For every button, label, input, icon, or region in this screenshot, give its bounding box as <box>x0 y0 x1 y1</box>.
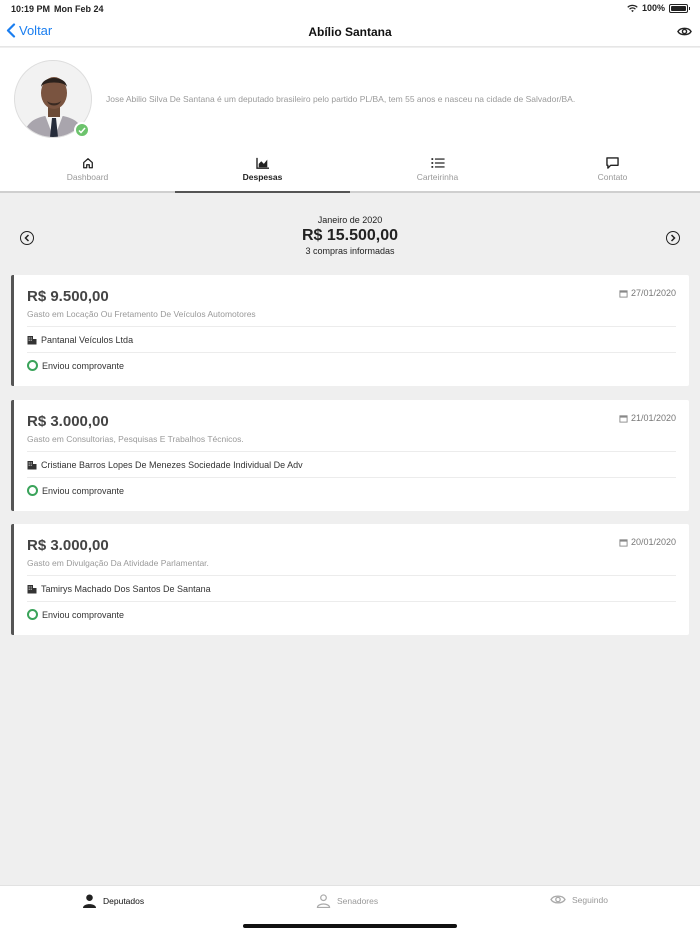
bottom-tab-label: Seguindo <box>572 894 608 905</box>
status-text: Enviou comprovante <box>42 609 125 620</box>
expense-date-text: 27/01/2020 <box>630 288 676 298</box>
battery-percent: 100% <box>641 3 665 13</box>
expense-description: Gasto em Divulgação Da Atividade Parlame… <box>27 558 209 568</box>
next-month-button[interactable] <box>666 231 680 245</box>
person-outline-icon <box>316 894 331 908</box>
expense-date-text: 21/01/2020 <box>630 413 676 423</box>
building-icon <box>27 584 37 594</box>
expense-amount: R$ 3.000,00 <box>27 413 109 430</box>
previous-month-button[interactable] <box>20 231 34 245</box>
supplier-name: Tamirys Machado Dos Santos De Santana <box>41 583 211 594</box>
bottom-tab-label: Deputados <box>103 896 145 906</box>
expense-date: 21/01/2020 <box>619 413 676 423</box>
expense-status: Enviou comprovante <box>27 601 676 627</box>
bottom-tab-deputados[interactable]: Deputados <box>82 894 144 908</box>
tab-dashboard[interactable]: Dashboard <box>0 153 175 191</box>
expense-status: Enviou comprovante <box>27 477 676 503</box>
expense-date: 27/01/2020 <box>619 288 676 298</box>
expense-card[interactable]: R$ 3.000,00 20/01/2020 Gasto em Divulgaç… <box>11 524 689 635</box>
person-icon <box>82 894 97 908</box>
building-icon <box>27 460 37 470</box>
back-button[interactable]: Voltar <box>6 23 52 38</box>
expense-card[interactable]: R$ 3.000,00 21/01/2020 Gasto em Consulto… <box>11 400 689 511</box>
expense-card[interactable]: R$ 9.500,00 27/01/2020 Gasto em Locação … <box>11 275 689 386</box>
calendar-icon <box>619 538 628 547</box>
status-text: Enviou comprovante <box>42 360 125 371</box>
expense-amount: R$ 9.500,00 <box>27 288 109 305</box>
verified-badge-icon <box>74 122 90 138</box>
tab-label: Carteirinha <box>416 172 459 182</box>
supplier-name: Cristiane Barros Lopes De Menezes Socied… <box>41 459 303 470</box>
page-title: Abílio Santana <box>308 25 392 39</box>
bottom-tab-senadores[interactable]: Senadores <box>316 894 378 908</box>
expense-supplier: Cristiane Barros Lopes De Menezes Socied… <box>27 451 676 477</box>
bottom-tab-bar: Deputados Senadores Seguindo <box>0 885 700 934</box>
expense-date-text: 20/01/2020 <box>630 537 676 547</box>
calendar-icon <box>619 414 628 423</box>
chevron-right-icon <box>670 234 676 242</box>
month-summary: Janeiro de 2020 R$ 15.500,00 3 compras i… <box>0 215 700 265</box>
calendar-icon <box>619 289 628 298</box>
follow-button[interactable] <box>677 24 692 42</box>
status-text: Enviou comprovante <box>42 485 125 496</box>
home-indicator <box>243 924 457 928</box>
eye-icon <box>550 895 566 904</box>
battery-icon <box>669 3 690 13</box>
bottom-tab-seguindo[interactable]: Seguindo <box>550 894 608 905</box>
supplier-name: Pantanal Veículos Ltda <box>41 334 134 345</box>
avatar-container <box>14 60 92 138</box>
receipt-status-icon <box>27 360 38 371</box>
chart-icon <box>255 157 269 169</box>
eye-icon <box>677 27 692 36</box>
back-label: Voltar <box>19 23 53 38</box>
tab-carteirinha[interactable]: Carteirinha <box>350 153 525 191</box>
tab-contato[interactable]: Contato <box>525 153 700 191</box>
wifi-icon <box>627 4 638 12</box>
chevron-left-icon <box>24 234 30 242</box>
status-indicators: 100% <box>627 3 690 13</box>
chevron-left-icon <box>6 23 16 38</box>
month-total: R$ 15.500,00 <box>301 227 399 244</box>
expense-description: Gasto em Consultorias, Pesquisas E Traba… <box>27 434 244 444</box>
tab-label: Dashboard <box>66 172 109 182</box>
receipt-status-icon <box>27 609 38 620</box>
profile-bio: Jose Abilio Silva De Santana é um deputa… <box>106 94 576 104</box>
status-date: Mon Feb 24 <box>54 4 104 14</box>
tab-label: Contato <box>597 172 628 182</box>
bottom-tab-label: Senadores <box>337 896 379 906</box>
status-bar: 10:19 PM Mon Feb 24 100% <box>0 0 700 18</box>
status-time: 10:19 PM <box>11 4 51 14</box>
tab-despesas[interactable]: Despesas <box>175 153 350 193</box>
expense-date: 20/01/2020 <box>619 537 676 547</box>
expense-supplier: Tamirys Machado Dos Santos De Santana <box>27 575 676 601</box>
home-icon <box>82 158 93 169</box>
expense-supplier: Pantanal Veículos Ltda <box>27 326 676 352</box>
chat-icon <box>606 157 619 169</box>
expense-status: Enviou comprovante <box>27 352 676 378</box>
building-icon <box>27 335 37 345</box>
list-icon <box>430 158 445 168</box>
receipt-status-icon <box>27 485 38 496</box>
tab-label: Despesas <box>242 172 283 182</box>
expense-description: Gasto em Locação Ou Fretamento De Veícul… <box>27 309 256 319</box>
navigation-bar: Voltar Abílio Santana <box>0 18 700 47</box>
expense-amount: R$ 3.000,00 <box>27 537 109 554</box>
purchase-count: 3 compras informadas <box>305 246 395 256</box>
month-label: Janeiro de 2020 <box>317 215 383 225</box>
section-tabs: Dashboard Despesas Carteirinha Contato <box>0 153 700 193</box>
